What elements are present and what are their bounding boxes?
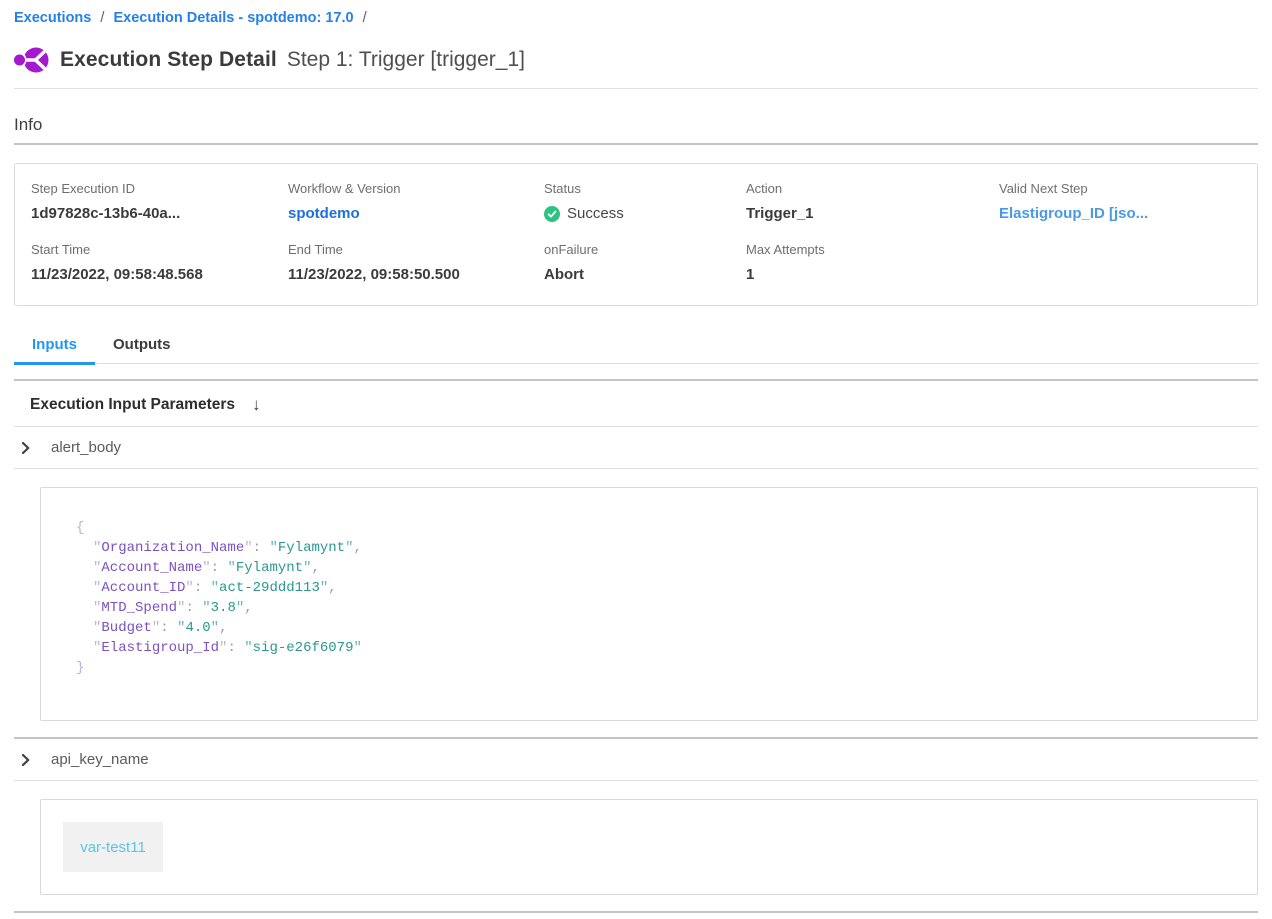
status-text: Success	[567, 205, 624, 222]
chevron-right-icon	[20, 754, 32, 766]
field-empty	[999, 242, 1241, 283]
divider	[14, 143, 1258, 145]
json-viewer: { Organization_NameFylamynt, Account_Nam…	[41, 488, 1257, 720]
field-valid-next-step: Valid Next Step Elastigroup_ID [jso...	[999, 181, 1241, 222]
api-key-name-content-box: var-test11	[40, 799, 1258, 895]
field-step-execution-id: Step Execution ID 1d97828c-13b6-40a...	[31, 181, 288, 222]
breadcrumb-separator: /	[363, 10, 367, 26]
field-label: Start Time	[31, 242, 288, 257]
json-entry: Account_NameFylamynt,	[76, 558, 1222, 578]
workflow-link[interactable]: spotdemo	[288, 205, 544, 222]
json-entry: Account_IDact-29ddd113,	[76, 578, 1222, 598]
param-row-alert-body[interactable]: alert_body	[14, 427, 1258, 468]
param-row-api-key-value[interactable]: api_key_value	[14, 913, 1258, 919]
json-entry: Budget4.0,	[76, 618, 1222, 638]
param-label: api_key_name	[51, 751, 149, 768]
field-label: Max Attempts	[746, 242, 999, 257]
api-key-name-value-wrap: var-test11	[41, 800, 1257, 894]
field-value: Trigger_1	[746, 205, 999, 222]
divider	[14, 88, 1258, 89]
field-value: 1	[746, 266, 999, 283]
field-action: Action Trigger_1	[746, 181, 999, 222]
field-status: Status Success	[544, 181, 746, 222]
execution-input-parameters-header: Execution Input Parameters ↓	[14, 395, 1258, 415]
tab-outputs[interactable]: Outputs	[95, 332, 189, 363]
page-header: Execution Step Detail Step 1: Trigger [t…	[14, 45, 1258, 75]
divider	[14, 780, 1258, 781]
tab-bar: Inputs Outputs	[14, 332, 1258, 364]
field-max-attempts: Max Attempts 1	[746, 242, 999, 283]
chevron-right-icon	[20, 442, 32, 454]
field-label: Action	[746, 181, 999, 196]
alert-body-content-box: { Organization_NameFylamynt, Account_Nam…	[40, 487, 1258, 721]
divider	[14, 468, 1258, 469]
field-label: Valid Next Step	[999, 181, 1241, 196]
info-card: Step Execution ID 1d97828c-13b6-40a... W…	[14, 163, 1258, 306]
field-label: Status	[544, 181, 746, 196]
section-title: Execution Input Parameters	[30, 396, 235, 414]
field-workflow-version: Workflow & Version spotdemo	[288, 181, 544, 222]
param-row-api-key-name[interactable]: api_key_name	[14, 739, 1258, 780]
arrow-down-icon[interactable]: ↓	[252, 395, 261, 415]
fylamynt-logo-icon	[14, 45, 50, 75]
breadcrumb-link-execution-details[interactable]: Execution Details - spotdemo: 17.0	[113, 10, 353, 26]
field-label: End Time	[288, 242, 544, 257]
tab-inputs[interactable]: Inputs	[14, 332, 95, 363]
page-title: Execution Step Detail	[60, 48, 277, 72]
field-label: Step Execution ID	[31, 181, 288, 196]
status-badge: Success	[544, 205, 746, 222]
param-label: alert_body	[51, 439, 121, 456]
breadcrumb-link-executions[interactable]: Executions	[14, 10, 91, 26]
field-value: 11/23/2022, 09:58:50.500	[288, 266, 544, 283]
json-entry: Elastigroup_Idsig-e26f6079	[76, 638, 1222, 658]
field-value: Abort	[544, 266, 746, 283]
json-close-brace: }	[76, 658, 1222, 678]
field-start-time: Start Time 11/23/2022, 09:58:48.568	[31, 242, 288, 283]
breadcrumb-separator: /	[100, 10, 104, 26]
api-key-name-value: var-test11	[63, 822, 163, 872]
field-value: 1d97828c-13b6-40a...	[31, 205, 288, 222]
field-on-failure: onFailure Abort	[544, 242, 746, 283]
json-entry: MTD_Spend3.8,	[76, 598, 1222, 618]
valid-next-step-link[interactable]: Elastigroup_ID [jso...	[999, 205, 1241, 222]
field-value: 11/23/2022, 09:58:48.568	[31, 266, 288, 283]
execution-step-detail-page: Executions / Execution Details - spotdem…	[0, 0, 1272, 919]
page-subtitle: Step 1: Trigger [trigger_1]	[287, 48, 525, 72]
field-end-time: End Time 11/23/2022, 09:58:50.500	[288, 242, 544, 283]
breadcrumb: Executions / Execution Details - spotdem…	[14, 0, 1258, 26]
json-open-brace: {	[76, 518, 1222, 538]
info-heading: Info	[14, 115, 1258, 135]
field-label: Workflow & Version	[288, 181, 544, 196]
json-entry: Organization_NameFylamynt,	[76, 538, 1222, 558]
divider	[14, 379, 1258, 381]
success-check-icon	[544, 206, 560, 222]
field-label: onFailure	[544, 242, 746, 257]
